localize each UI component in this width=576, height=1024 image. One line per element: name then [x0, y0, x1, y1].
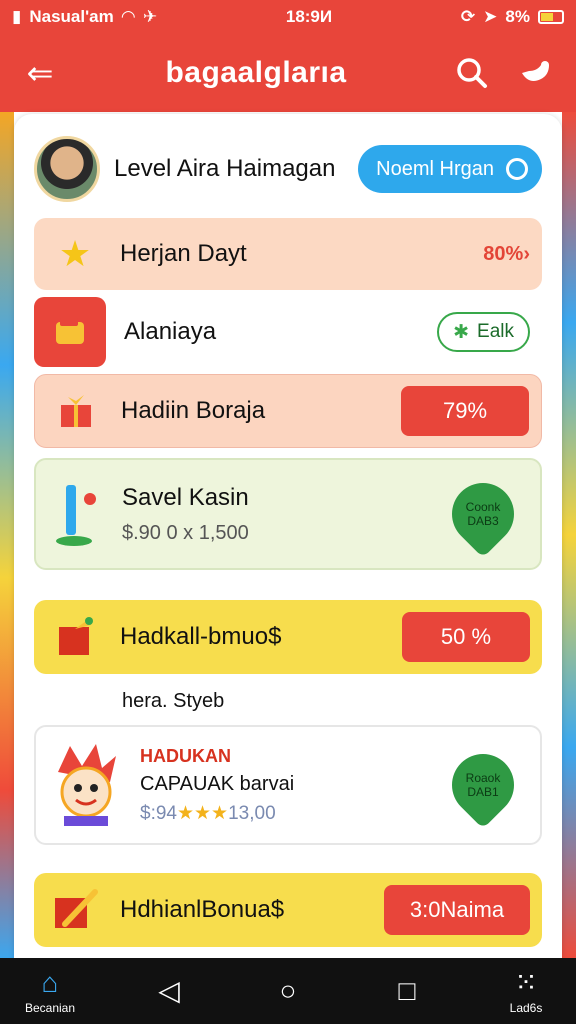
- app-title: bagaalglarıa: [165, 56, 347, 89]
- grid-dots-icon: ⁙: [514, 967, 538, 998]
- location-icon: ➤: [483, 7, 498, 26]
- wallet-icon: [34, 297, 106, 367]
- row-title: Savel Kasin: [122, 483, 249, 511]
- bottle-icon: [50, 485, 104, 546]
- ealk-label: Ealk: [477, 321, 514, 342]
- coonk-badge-label: Coonk DAB3: [465, 500, 501, 528]
- search-icon[interactable]: [450, 51, 494, 95]
- ealk-button[interactable]: ✱ Ealk: [437, 312, 530, 352]
- back-arrow-icon[interactable]: ⇐: [18, 51, 62, 95]
- last-row-button[interactable]: 3:0Naima: [384, 885, 530, 935]
- rating-stars-icon: ★★★: [176, 802, 229, 824]
- star-icon: ★: [58, 233, 92, 274]
- avatar: [34, 136, 100, 202]
- profile-row: Level Aira Haimagan Noeml Hrgan: [34, 126, 542, 212]
- back-triangle-icon: ◁: [158, 975, 180, 1006]
- wifi-icon: ◠: [121, 7, 135, 26]
- nav-home-label: Becanian: [24, 1001, 76, 1015]
- section-label: hera. Styeb: [122, 690, 225, 712]
- gift-icon: [49, 384, 103, 438]
- coonk-badge[interactable]: Coonk DAB3: [439, 470, 527, 558]
- featured-title: CAPAUAK barvai: [140, 772, 295, 795]
- home-icon: ⌂: [41, 967, 59, 998]
- gift-pencil-icon: [48, 883, 102, 937]
- airplane-icon: ✈: [142, 7, 158, 26]
- profile-action-label: Noeml Hrgan: [376, 157, 494, 180]
- featured-tag: HADUKAN: [140, 745, 231, 766]
- nav-home-circle[interactable]: ○: [250, 975, 326, 1007]
- list-item[interactable]: Alaniaya ✱ Ealk: [34, 296, 542, 368]
- progress-button[interactable]: 79%: [401, 386, 529, 436]
- status-time: 18:9И: [285, 7, 333, 26]
- nav-more-label: Lad6s: [509, 1001, 543, 1015]
- roaok-badge-label: Roaok DAB1: [465, 771, 501, 799]
- app-bar: ⇐ bagaalglarıa: [0, 34, 576, 112]
- bird-icon[interactable]: [514, 51, 558, 95]
- row-title: Alaniaya: [124, 318, 217, 345]
- bottom-nav: ⌂ Becanian ◁ ○ □ ⁙ Lad6s: [0, 958, 576, 1024]
- featured-price-prefix: $:94: [140, 802, 177, 824]
- refresh-icon: [506, 158, 528, 180]
- row-subtitle: $.90 0 х 1,500: [122, 521, 249, 544]
- nav-recents[interactable]: □: [369, 975, 445, 1007]
- nav-more[interactable]: ⁙ Lad6s: [488, 967, 564, 1015]
- list-item[interactable]: HdhianlBonua$ 3:0Naima: [34, 873, 542, 947]
- featured-card[interactable]: HADUKAN CAPAUAK barvai $:94★★★13,00 Roao…: [34, 725, 542, 845]
- row-title: Hadkall-bmuo$: [120, 623, 282, 650]
- featured-price: $:94★★★13,00: [140, 802, 294, 825]
- carrier-name: Nasual'am: [29, 7, 114, 26]
- background-edge-left: [0, 110, 14, 960]
- status-bar: ▮ Nasual'am ◠ ✈ 18:9И ⟳ ➤ 8%: [0, 0, 576, 34]
- profile-action-button[interactable]: Noeml Hrgan: [358, 145, 542, 193]
- battery-level: 8%: [505, 7, 530, 26]
- percent-button[interactable]: 50 %: [402, 612, 530, 662]
- circle-icon: ○: [279, 975, 297, 1006]
- roaok-badge[interactable]: Roaok DAB1: [439, 741, 527, 829]
- list-item[interactable]: Hadiin Boraja 79%: [34, 374, 542, 448]
- square-icon: □: [398, 975, 416, 1006]
- row-title: Herjan Dayt: [120, 240, 247, 267]
- list-item[interactable]: ★ Herjan Dayt 80%›: [34, 218, 542, 290]
- leaf-icon: ✱: [453, 321, 470, 343]
- profile-name: Level Aira Haimagan: [114, 155, 336, 182]
- featured-price-suffix: 13,00: [228, 802, 276, 824]
- battery-icon: [537, 10, 564, 24]
- nav-back[interactable]: ◁: [131, 975, 207, 1007]
- gift-box-icon: [48, 610, 102, 664]
- row-value: 80%›: [483, 242, 530, 265]
- row-title: Hadiin Boraja: [121, 397, 266, 424]
- list-item[interactable]: Hadkall-bmuo$ 50 %: [34, 600, 542, 674]
- signal-icon: ▮: [12, 7, 22, 26]
- row-title: HdhianlBonua$: [120, 896, 285, 923]
- nav-home[interactable]: ⌂ Becanian: [12, 967, 88, 1015]
- sync-icon: ⟳: [460, 7, 476, 26]
- main-card: Level Aira Haimagan Noeml Hrgan ★ Herjan…: [14, 114, 562, 960]
- mascot-icon: [50, 740, 122, 830]
- list-item[interactable]: Savel Kasin $.90 0 х 1,500 Coonk DAB3: [34, 458, 542, 570]
- background-edge-right: [562, 110, 576, 960]
